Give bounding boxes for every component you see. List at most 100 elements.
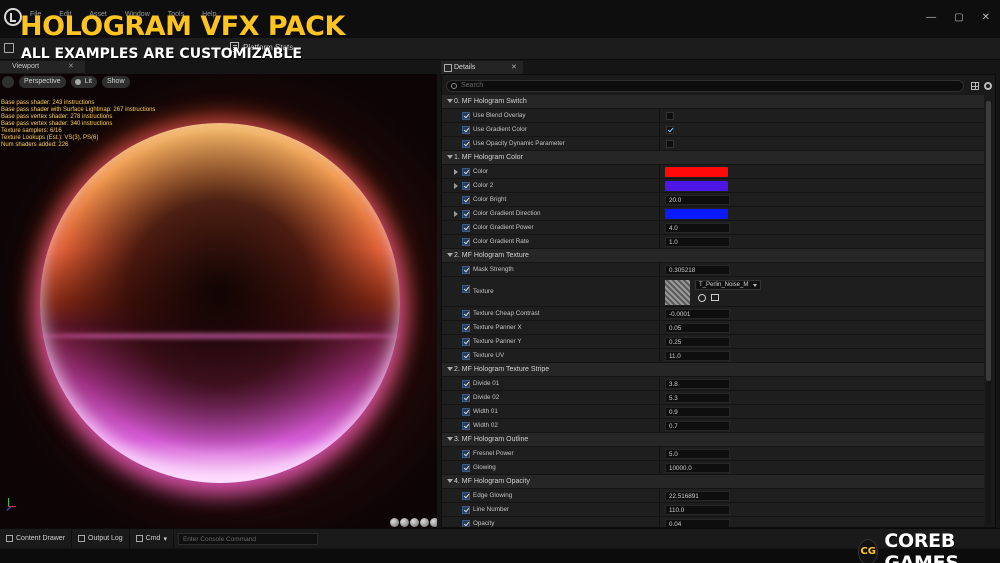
viewport[interactable]: Perspective Lit Show Base pass shader: 2… xyxy=(0,74,437,528)
column-divider[interactable] xyxy=(659,221,660,234)
column-divider[interactable] xyxy=(659,263,660,276)
value-input[interactable]: 0.9 xyxy=(665,407,730,417)
override-checkbox[interactable] xyxy=(462,338,470,346)
value-input[interactable]: 22.516891 xyxy=(665,491,730,501)
color-swatch[interactable] xyxy=(665,167,728,177)
grid-icon[interactable] xyxy=(971,82,979,90)
value-input[interactable]: 0.04 xyxy=(665,519,730,527)
chevron-right-icon[interactable] xyxy=(454,169,458,175)
category-header[interactable]: 1. MF Hologram Color xyxy=(442,151,984,165)
column-divider[interactable] xyxy=(659,179,660,192)
use-selected-icon[interactable] xyxy=(698,294,706,302)
value-input[interactable]: 0.25 xyxy=(665,337,730,347)
column-divider[interactable] xyxy=(659,109,660,122)
value-input[interactable]: 110.0 xyxy=(665,505,730,515)
override-checkbox[interactable] xyxy=(462,224,470,232)
column-divider[interactable] xyxy=(659,277,660,306)
color-swatch[interactable] xyxy=(665,181,728,191)
column-divider[interactable] xyxy=(659,517,660,527)
category-header[interactable]: 0. MF Hologram Switch xyxy=(442,95,984,109)
value-input[interactable]: 1.0 xyxy=(665,237,730,247)
value-input[interactable]: 0.7 xyxy=(665,421,730,431)
column-divider[interactable] xyxy=(659,461,660,474)
show-button[interactable]: Show xyxy=(101,76,130,88)
viewport-menu-icon[interactable] xyxy=(2,76,14,88)
override-checkbox[interactable] xyxy=(462,422,470,430)
column-divider[interactable] xyxy=(659,489,660,502)
column-divider[interactable] xyxy=(659,321,660,334)
column-divider[interactable] xyxy=(659,207,660,220)
override-checkbox[interactable] xyxy=(462,210,470,218)
value-input[interactable]: 5.3 xyxy=(665,393,730,403)
category-header[interactable]: 2. MF Hologram Texture xyxy=(442,249,984,263)
color-swatch[interactable] xyxy=(665,209,728,219)
scrollbar-thumb[interactable] xyxy=(986,101,991,381)
column-divider[interactable] xyxy=(659,391,660,404)
value-input[interactable]: 3.8 xyxy=(665,379,730,389)
override-checkbox[interactable] xyxy=(462,266,470,274)
column-divider[interactable] xyxy=(659,123,660,136)
value-input[interactable]: 10000.0 xyxy=(665,463,730,473)
override-checkbox[interactable] xyxy=(462,126,470,134)
category-header[interactable]: 3. MF Hologram Outline xyxy=(442,433,984,447)
chevron-right-icon[interactable] xyxy=(454,183,458,189)
scrollbar[interactable] xyxy=(986,101,991,525)
override-checkbox[interactable] xyxy=(462,285,470,293)
override-checkbox[interactable] xyxy=(462,492,470,500)
search-input[interactable]: Search xyxy=(446,80,964,92)
column-divider[interactable] xyxy=(659,165,660,178)
sphere-mesh-icon[interactable] xyxy=(400,518,409,527)
override-checkbox[interactable] xyxy=(462,520,470,527)
value-checkbox[interactable] xyxy=(666,112,674,120)
override-checkbox[interactable] xyxy=(462,464,470,472)
category-header[interactable]: 2. MF Hologram Texture Stripe xyxy=(442,363,984,377)
column-divider[interactable] xyxy=(659,137,660,150)
override-checkbox[interactable] xyxy=(462,112,470,120)
value-input[interactable]: -0.0001 xyxy=(665,309,730,319)
override-checkbox[interactable] xyxy=(462,324,470,332)
value-checkbox[interactable] xyxy=(666,140,674,148)
override-checkbox[interactable] xyxy=(462,182,470,190)
tab-details[interactable]: Details ✕ xyxy=(441,61,523,74)
cmd-dropdown[interactable]: Cmd ▾ xyxy=(130,528,174,549)
column-divider[interactable] xyxy=(659,335,660,348)
lit-button[interactable]: Lit xyxy=(70,76,97,88)
column-divider[interactable] xyxy=(659,419,660,432)
override-checkbox[interactable] xyxy=(462,380,470,388)
gear-icon[interactable] xyxy=(984,82,992,90)
override-checkbox[interactable] xyxy=(462,408,470,416)
override-checkbox[interactable] xyxy=(462,450,470,458)
category-header[interactable]: 4. MF Hologram Opacity xyxy=(442,475,984,489)
column-divider[interactable] xyxy=(659,503,660,516)
console-input[interactable]: Enter Console Command xyxy=(177,532,318,545)
browse-icon[interactable] xyxy=(711,294,719,301)
value-input[interactable]: 0.305218 xyxy=(665,265,730,275)
override-checkbox[interactable] xyxy=(462,168,470,176)
value-input[interactable]: 11.0 xyxy=(665,351,730,361)
override-checkbox[interactable] xyxy=(462,310,470,318)
close-icon[interactable]: ✕ xyxy=(511,61,517,74)
sphere-mesh-icon[interactable] xyxy=(420,518,429,527)
column-divider[interactable] xyxy=(659,447,660,460)
value-input[interactable]: 5.0 xyxy=(665,449,730,459)
maximize-button[interactable]: ▢ xyxy=(954,12,963,23)
column-divider[interactable] xyxy=(659,193,660,206)
column-divider[interactable] xyxy=(659,235,660,248)
override-checkbox[interactable] xyxy=(462,196,470,204)
value-input[interactable]: 0.05 xyxy=(665,323,730,333)
save-icon[interactable] xyxy=(4,43,14,53)
chevron-right-icon[interactable] xyxy=(454,211,458,217)
texture-select[interactable]: T_Perlin_Noise_M xyxy=(695,280,761,290)
column-divider[interactable] xyxy=(659,307,660,320)
sphere-mesh-icon[interactable] xyxy=(390,518,399,527)
column-divider[interactable] xyxy=(659,377,660,390)
minimize-button[interactable]: — xyxy=(926,12,936,23)
override-checkbox[interactable] xyxy=(462,140,470,148)
column-divider[interactable] xyxy=(659,349,660,362)
override-checkbox[interactable] xyxy=(462,352,470,360)
value-input[interactable]: 4.0 xyxy=(665,223,730,233)
texture-thumbnail[interactable] xyxy=(665,280,690,305)
sphere-mesh-icon[interactable] xyxy=(410,518,419,527)
override-checkbox[interactable] xyxy=(462,506,470,514)
value-input[interactable]: 20.0 xyxy=(665,195,730,205)
